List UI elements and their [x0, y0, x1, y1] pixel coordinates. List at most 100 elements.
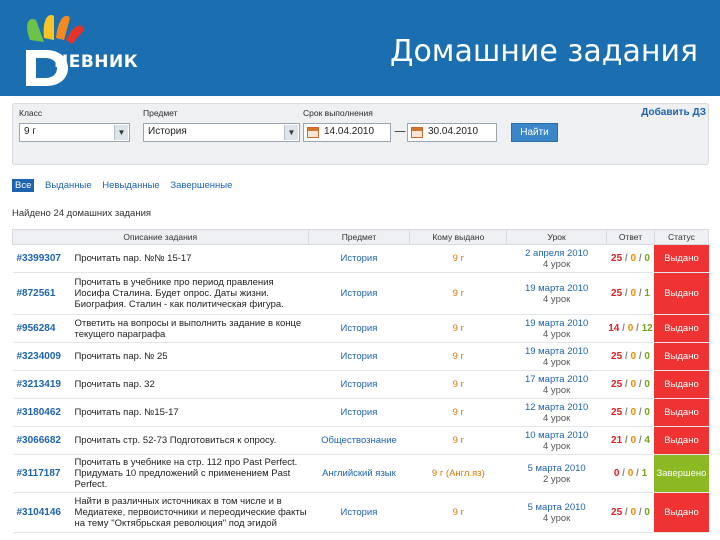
lesson-date-link[interactable]: 17 марта 2010	[507, 374, 607, 385]
table-row[interactable]: #3117187 Прочитать в учебнике на стр. 112…	[12, 454, 709, 493]
answer-count-green: 0	[644, 253, 650, 264]
table-header-row: Описание задания Предмет Кому выдано Уро…	[12, 229, 710, 245]
subject-link[interactable]: История	[308, 272, 410, 315]
status-badge[interactable]: Выдано	[654, 244, 709, 273]
homework-id-link[interactable]: #956284	[12, 314, 71, 343]
homework-id-link[interactable]: #872561	[12, 272, 71, 315]
column-header-assigned-to[interactable]: Кому выдано	[409, 229, 508, 245]
subject-link[interactable]: Обществознание	[308, 426, 410, 455]
lesson-date-link[interactable]: 19 марта 2010	[507, 318, 607, 329]
status-badge[interactable]: Выдано	[654, 272, 709, 315]
dnevnik-logo[interactable]	[22, 10, 172, 90]
results-count: Найдено 24 домашних задания	[12, 208, 152, 219]
answer-count-green: 0	[644, 507, 650, 518]
assigned-to-link[interactable]: 9 г	[409, 272, 507, 315]
homework-id-link[interactable]: #3213419	[12, 370, 71, 399]
column-header-answer[interactable]: Ответ	[606, 229, 655, 245]
status-badge[interactable]: Выдано	[654, 398, 709, 427]
lesson-date-link[interactable]: 5 марта 2010	[507, 463, 607, 474]
answer-count-red: 25	[611, 288, 623, 299]
answer-counts: 25 / 0 / 0	[606, 370, 655, 399]
subject-link[interactable]: История	[308, 244, 410, 273]
date-to-input[interactable]: 30.04.2010	[407, 123, 497, 142]
status-badge[interactable]: Выдано	[654, 426, 709, 455]
answer-separator: /	[622, 351, 631, 362]
assigned-to-link[interactable]: 9 г	[409, 314, 507, 343]
lesson-date-link[interactable]: 2 апреля 2010	[507, 248, 607, 259]
tab-all[interactable]: Все	[12, 179, 35, 192]
homework-id-link[interactable]: #3180462	[12, 398, 71, 427]
lesson-date-link[interactable]: 19 марта 2010	[507, 346, 607, 357]
answer-count-green: 0	[644, 351, 650, 362]
answer-counts: 25 / 0 / 1	[606, 272, 655, 315]
assigned-to-link[interactable]: 9 г	[409, 244, 507, 273]
subject-link[interactable]: История	[308, 492, 410, 533]
assigned-to-link[interactable]: 9 г	[409, 426, 507, 455]
deadline-label: Срок выполнения	[303, 108, 373, 118]
date-from-input[interactable]: 14.04.2010	[303, 123, 391, 142]
chevron-down-icon: ▼	[284, 125, 298, 140]
status-badge[interactable]: Завершено	[654, 454, 709, 493]
homework-id-link[interactable]: #3399307	[12, 244, 71, 273]
homework-id-link[interactable]: #3066682	[12, 426, 71, 455]
lesson-cell: 19 марта 2010 4 урок	[506, 272, 607, 315]
lesson-date-link[interactable]: 5 марта 2010	[507, 502, 607, 513]
lesson-date-link[interactable]: 19 марта 2010	[507, 283, 607, 294]
status-badge[interactable]: Выдано	[654, 492, 709, 533]
homework-id-link[interactable]: #3234009	[12, 342, 71, 371]
assigned-to-link[interactable]: 9 г	[409, 492, 507, 533]
subject-link[interactable]: История	[308, 314, 410, 343]
lesson-number: 4 урок	[543, 328, 571, 340]
status-badge[interactable]: Выдано	[654, 314, 709, 343]
table-row[interactable]: #956284 Ответить на вопросы и выполнить з…	[12, 314, 709, 343]
answer-separator: /	[633, 468, 642, 479]
find-button[interactable]: Найти	[511, 123, 558, 142]
table-row[interactable]: #3234009 Прочитать пар. № 25 История 9 г 19 …	[12, 342, 709, 371]
status-badge[interactable]: Выдано	[654, 370, 709, 399]
lesson-date-link[interactable]: 12 марта 2010	[507, 402, 607, 413]
answer-separator: /	[622, 435, 631, 446]
date-range-dash: —	[394, 124, 406, 138]
answer-counts: 25 / 0 / 0	[606, 244, 655, 273]
tab-completed[interactable]: Завершенные	[170, 180, 232, 191]
table-row[interactable]: #872561 Прочитать в учебнике про период п…	[12, 272, 709, 315]
subject-link[interactable]: История	[308, 398, 410, 427]
subject-select[interactable]: История ▼	[143, 123, 300, 142]
homework-id-link[interactable]: #3117187	[12, 454, 71, 493]
column-header-lesson[interactable]: Урок	[506, 229, 608, 245]
assigned-to-link[interactable]: 9 г	[409, 370, 507, 399]
answer-separator: /	[619, 468, 628, 479]
homework-description: Прочитать пар. №15-17	[70, 398, 308, 427]
date-to-value: 30.04.2010	[428, 126, 479, 137]
calendar-icon[interactable]	[307, 127, 319, 138]
assigned-to-link[interactable]: 9 г	[409, 398, 507, 427]
answer-separator: /	[622, 288, 631, 299]
assigned-to-link[interactable]: 9 г (Англ.яз)	[409, 454, 507, 493]
table-row[interactable]: #3399307 Прочитать пар. №№ 15-17 История 9 …	[12, 244, 709, 273]
add-homework-link[interactable]: Добавить ДЗ	[641, 107, 706, 118]
table-row[interactable]: #3104146 Найти в различных источниках в т…	[12, 492, 709, 533]
header: НЕВНИК Домашние задания	[0, 0, 720, 96]
answer-counts: 25 / 0 / 0	[606, 342, 655, 371]
calendar-icon[interactable]	[411, 127, 423, 138]
homework-id-link[interactable]: #3104146	[12, 492, 71, 533]
table-row[interactable]: #3213419 Прочитать пар. 32 История 9 г 17 ма…	[12, 370, 709, 399]
date-from-value: 14.04.2010	[324, 126, 375, 137]
answer-counts: 0 / 0 / 1	[606, 454, 655, 493]
lesson-cell: 17 марта 2010 4 урок	[506, 370, 607, 399]
subject-link[interactable]: История	[308, 342, 410, 371]
column-header-status[interactable]: Статус	[653, 229, 710, 245]
assigned-to-link[interactable]: 9 г	[409, 342, 507, 371]
subject-link[interactable]: Английский язык	[308, 454, 410, 493]
column-header-subject[interactable]: Предмет	[307, 229, 411, 245]
subject-link[interactable]: История	[308, 370, 410, 399]
tab-issued[interactable]: Выданные	[45, 180, 92, 191]
table-row[interactable]: #3180462 Прочитать пар. №15-17 История 9 г1…	[12, 398, 709, 427]
lesson-date-link[interactable]: 10 марта 2010	[507, 430, 607, 441]
class-select[interactable]: 9 г ▼	[19, 123, 130, 142]
column-header-description[interactable]: Описание задания	[12, 229, 309, 245]
page-title: Домашние задания	[390, 34, 698, 69]
table-row[interactable]: #3066682 Прочитать стр. 52-73 Подготовить…	[12, 426, 709, 455]
status-badge[interactable]: Выдано	[654, 342, 709, 371]
tab-not-issued[interactable]: Невыданные	[102, 180, 159, 191]
